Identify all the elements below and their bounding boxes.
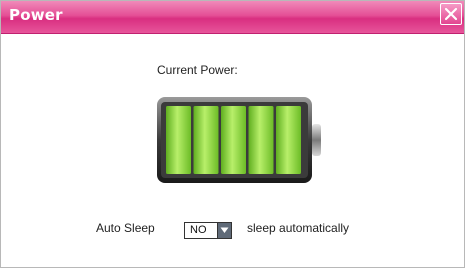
battery-segments [166,106,301,174]
sleep-description: sleep automatically [247,221,350,235]
current-power-label: Current Power: [157,63,238,77]
window-title: Power [9,6,63,24]
close-button[interactable] [440,3,462,25]
battery-indicator [156,96,326,191]
battery-segment [276,106,301,174]
dropdown-button[interactable] [217,223,231,238]
battery-segment [221,106,246,174]
battery-segment [248,106,274,174]
chevron-down-icon [220,227,229,233]
close-x-icon [444,7,458,21]
title-bar: Power [1,1,464,34]
battery-segment [193,106,219,174]
auto-sleep-select[interactable]: NO [184,222,232,239]
power-window: Power Current Power: Auto Sleep NO sleep… [0,0,465,268]
auto-sleep-label: Auto Sleep [96,221,155,235]
battery-segment [166,106,191,174]
auto-sleep-selected-value: NO [190,224,207,236]
content-area: Current Power: Auto Sleep NO sleep autom… [1,34,464,267]
battery-icon [157,97,321,183]
